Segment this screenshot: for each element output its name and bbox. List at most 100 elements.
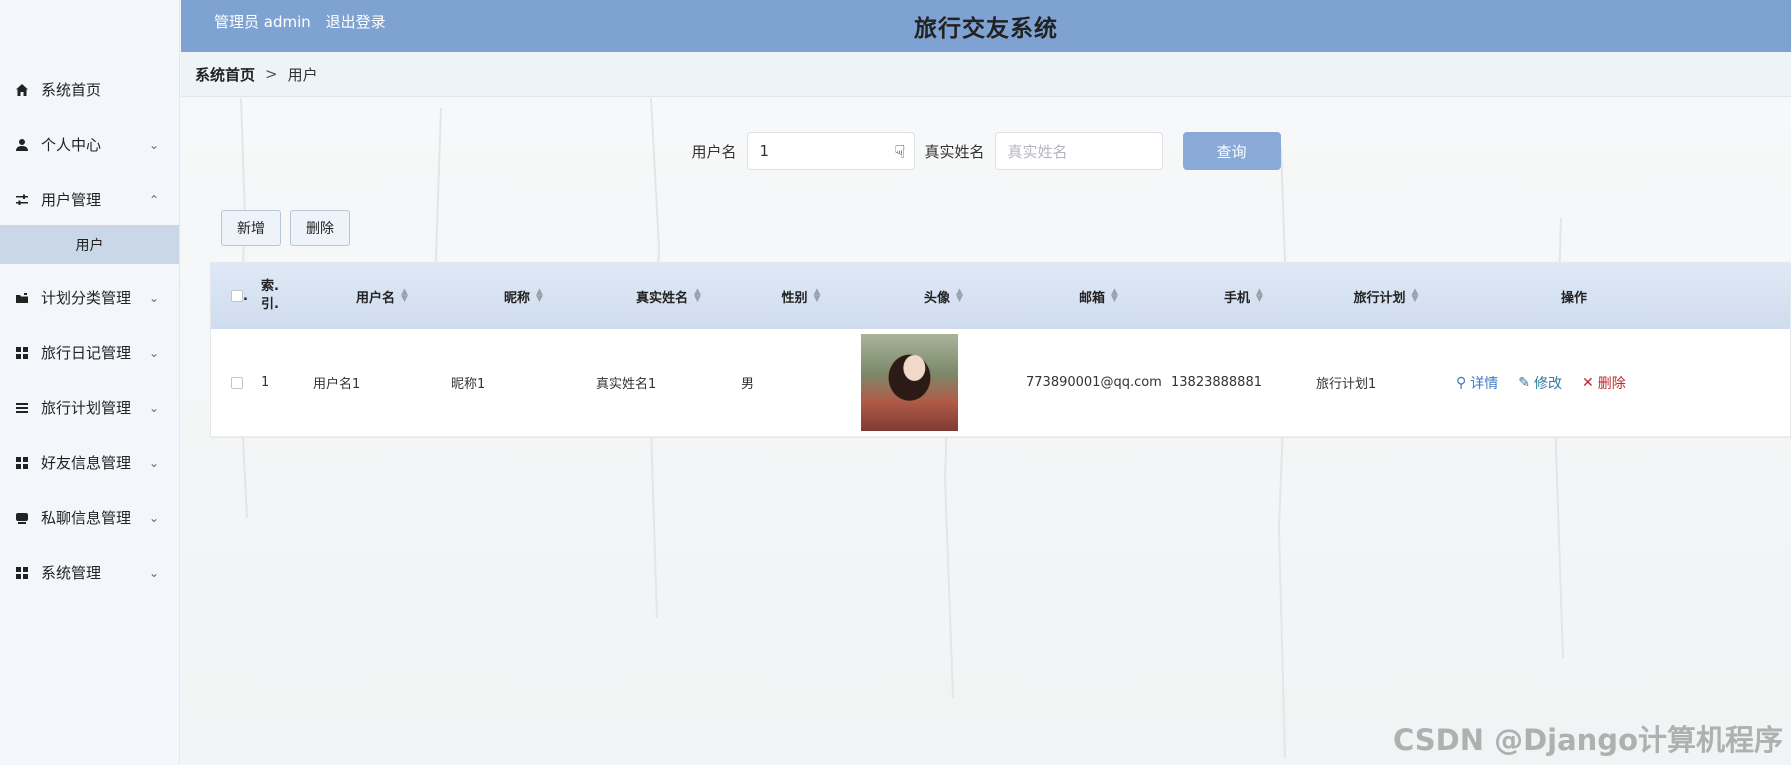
header-ops: 操作 bbox=[1456, 287, 1692, 306]
breadcrumb: 系统首页 > 用户 bbox=[181, 52, 1791, 97]
header-gender[interactable]: 性别 ▲ ▼ bbox=[741, 287, 861, 306]
header-realname-label: 真实姓名 bbox=[636, 290, 689, 306]
sidebar-item-label: 用户管理 bbox=[41, 191, 102, 209]
header-username[interactable]: 用户名 ▲ ▼ bbox=[311, 287, 451, 306]
edit-label: 修改 bbox=[1534, 375, 1562, 392]
table-row: 1 用户名1 昵称1 真实姓名1 男 773890001@qq.com 1382… bbox=[211, 329, 1790, 437]
row-gender: 男 bbox=[741, 377, 755, 392]
row-plan: 旅行计划1 bbox=[1316, 377, 1377, 392]
header-avatar[interactable]: 头像 ▲ ▼ bbox=[861, 287, 1026, 306]
header-index: 索. 引. bbox=[261, 278, 311, 314]
select-all-checkbox[interactable] bbox=[231, 290, 243, 302]
breadcrumb-home[interactable]: 系统首页 bbox=[195, 64, 255, 85]
chevron-down-icon: ⌄ bbox=[148, 345, 159, 360]
watermark: CSDN @Django计算机程序 bbox=[1392, 723, 1783, 757]
sidebar-item-label: 旅行计划管理 bbox=[41, 399, 132, 417]
sidebar-item-user-management[interactable]: 用户管理 ⌃ bbox=[0, 172, 179, 227]
sidebar-item-plan-category[interactable]: 计划分类管理 ⌄ bbox=[0, 270, 179, 325]
chevron-up-icon: ⌃ bbox=[148, 192, 159, 207]
header-plan-label: 旅行计划 bbox=[1353, 290, 1406, 306]
add-button[interactable]: 新增 bbox=[221, 210, 281, 246]
header-realname[interactable]: 真实姓名 ▲ ▼ bbox=[596, 287, 741, 306]
row-realname: 真实姓名1 bbox=[596, 377, 657, 392]
sidebar-item-personal[interactable]: 个人中心 ⌄ bbox=[0, 117, 179, 172]
sidebar-item-private-messages[interactable]: 私聊信息管理 ⌄ bbox=[0, 490, 179, 545]
avatar-image[interactable] bbox=[861, 334, 958, 431]
grid-icon bbox=[14, 455, 30, 471]
sort-icon[interactable]: ▲ ▼ bbox=[1412, 288, 1419, 304]
sort-icon[interactable]: ▲ ▼ bbox=[814, 288, 821, 304]
header-nickname-label: 昵称 bbox=[504, 290, 531, 306]
sort-icon[interactable]: ▲ ▼ bbox=[956, 288, 963, 304]
sort-icon[interactable]: ▲ ▼ bbox=[694, 288, 701, 304]
header-check-cell: . bbox=[211, 289, 261, 304]
sliders-icon bbox=[14, 192, 30, 208]
sidebar-item-system[interactable]: 系统管理 ⌄ bbox=[0, 545, 179, 600]
sidebar-item-label: 系统管理 bbox=[41, 564, 102, 582]
sidebar-item-label: 个人中心 bbox=[41, 136, 102, 154]
username-input-value: 1 bbox=[759, 142, 770, 160]
user-icon bbox=[14, 137, 30, 153]
grid-icon bbox=[14, 565, 30, 581]
sidebar-item-users[interactable]: 用户 bbox=[0, 225, 179, 264]
username-input[interactable]: 1 ☟ bbox=[746, 132, 915, 170]
header-plan[interactable]: 旅行计划 ▲ ▼ bbox=[1316, 287, 1456, 306]
sidebar-item-label: 好友信息管理 bbox=[41, 454, 132, 472]
header-avatar-label: 头像 bbox=[924, 290, 951, 306]
header-index-label: 索. 引. bbox=[261, 279, 279, 312]
app-title: 旅行交友系统 bbox=[914, 16, 1058, 42]
close-icon: ✕ bbox=[1582, 374, 1594, 391]
row-email: 773890001@qq.com bbox=[1026, 374, 1162, 390]
sidebar-item-label: 旅行日记管理 bbox=[41, 344, 132, 362]
username-label: 用户名 bbox=[691, 142, 737, 161]
row-index: 1 bbox=[261, 375, 270, 390]
row-nickname: 昵称1 bbox=[451, 377, 486, 392]
row-avatar-cell bbox=[861, 334, 1026, 431]
sidebar-item-friends[interactable]: 好友信息管理 ⌄ bbox=[0, 435, 179, 490]
header-ops-label: 操作 bbox=[1560, 290, 1587, 306]
chevron-down-icon: ⌄ bbox=[148, 400, 159, 415]
header-email-label: 邮箱 bbox=[1079, 290, 1106, 306]
detail-button[interactable]: ⚲ 详情 bbox=[1456, 373, 1498, 393]
sort-icon[interactable]: ▲ ▼ bbox=[401, 288, 408, 304]
sidebar-item-label: 计划分类管理 bbox=[41, 289, 132, 307]
query-button[interactable]: 查询 bbox=[1182, 132, 1281, 170]
row-checkbox[interactable] bbox=[231, 376, 243, 389]
sort-icon[interactable]: ▲ ▼ bbox=[536, 288, 543, 304]
pencil-icon: ✎ bbox=[1518, 374, 1530, 391]
breadcrumb-separator: > bbox=[265, 65, 278, 83]
list-icon bbox=[14, 400, 30, 416]
delete-button[interactable]: 删除 bbox=[290, 210, 350, 246]
row-check-cell bbox=[211, 376, 261, 389]
row-phone: 13823888881 bbox=[1171, 375, 1262, 390]
breadcrumb-current: 用户 bbox=[287, 65, 318, 84]
sort-icon[interactable]: ▲ ▼ bbox=[1111, 288, 1118, 304]
sidebar-item-home[interactable]: 系统首页 bbox=[0, 62, 179, 117]
sidebar-item-travel-diary[interactable]: 旅行日记管理 ⌄ bbox=[0, 325, 179, 380]
table-header: . 索. 引. 用户名 ▲▼ 昵称 ▲▼ 真实姓名 ▲▼ 性别 ▲▼ 头 bbox=[211, 263, 1790, 329]
top-header: 管理员 admin 退出登录 旅行交友系统 bbox=[181, 0, 1791, 52]
header-gender-label: 性别 bbox=[781, 290, 808, 306]
action-buttons: 新增 删除 bbox=[221, 210, 350, 246]
sidebar-item-label: 系统首页 bbox=[41, 81, 102, 99]
search-bar: 用户名 1 ☟ 真实姓名 真实姓名 查询 bbox=[181, 132, 1791, 170]
row-delete-button[interactable]: ✕ 删除 bbox=[1582, 373, 1626, 393]
inbox-icon bbox=[14, 510, 30, 526]
realname-input[interactable]: 真实姓名 bbox=[994, 132, 1163, 170]
chevron-down-icon: ⌄ bbox=[148, 137, 159, 152]
header-nickname[interactable]: 昵称 ▲ ▼ bbox=[451, 287, 596, 306]
home-icon bbox=[14, 82, 30, 98]
search-icon: ⚲ bbox=[1456, 374, 1467, 391]
grid-icon bbox=[14, 345, 30, 361]
edit-button[interactable]: ✎ 修改 bbox=[1518, 373, 1562, 393]
folder-icon bbox=[14, 290, 30, 306]
header-email[interactable]: 邮箱 ▲ ▼ bbox=[1026, 287, 1171, 306]
sort-icon[interactable]: ▲ ▼ bbox=[1256, 288, 1263, 304]
row-username: 用户名1 bbox=[313, 377, 361, 392]
sidebar-item-travel-plan[interactable]: 旅行计划管理 ⌄ bbox=[0, 380, 179, 435]
delete-label: 删除 bbox=[1597, 375, 1626, 392]
sidebar-item-label: 私聊信息管理 bbox=[41, 509, 132, 527]
sidebar: 系统首页 个人中心 ⌄ 用户管理 ⌃ 用户 计划分类管理 ⌄ 旅行日记管理 ⌄ bbox=[0, 0, 180, 765]
header-phone[interactable]: 手机 ▲ ▼ bbox=[1171, 287, 1316, 306]
header-phone-label: 手机 bbox=[1224, 290, 1251, 306]
